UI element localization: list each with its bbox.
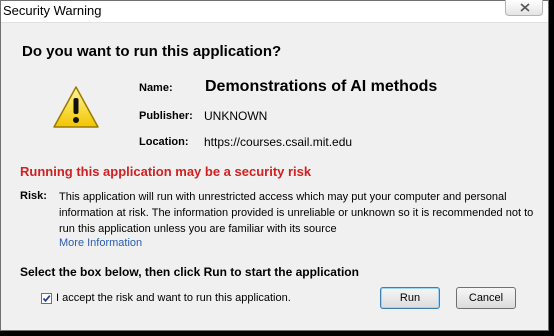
checkmark-icon	[42, 294, 51, 302]
more-information-link[interactable]: More Information	[59, 237, 142, 249]
name-label: Name:	[139, 82, 173, 94]
warning-triangle-icon	[53, 86, 99, 128]
risk-description: This application will run with unrestric…	[59, 191, 534, 235]
publisher-value: UNKNOWN	[204, 109, 268, 123]
security-warning-dialog: Security Warning Do you want to run this…	[0, 0, 549, 331]
run-button[interactable]: Run	[380, 287, 440, 309]
window-title: Security Warning	[3, 3, 102, 18]
close-icon	[520, 3, 530, 12]
publisher-label: Publisher:	[139, 110, 193, 122]
accept-risk-label[interactable]: I accept the risk and want to run this a…	[56, 292, 291, 304]
cancel-button[interactable]: Cancel	[456, 287, 516, 309]
dialog-heading: Do you want to run this application?	[22, 43, 282, 60]
application-name: Demonstrations of AI methods	[205, 78, 438, 95]
location-value: https://courses.csail.mit.edu	[204, 135, 353, 149]
dialog-content: Do you want to run this application? Nam…	[4, 23, 546, 327]
risk-label: Risk:	[20, 190, 47, 202]
location-label: Location:	[139, 136, 189, 148]
instruction-text: Select the box below, then click Run to …	[20, 265, 359, 279]
close-button[interactable]	[505, 0, 543, 16]
security-risk-warning: Running this application may be a securi…	[20, 164, 312, 179]
accept-risk-row[interactable]: I accept the risk and want to run this a…	[41, 290, 291, 306]
accept-risk-checkbox[interactable]	[41, 292, 52, 304]
title-bar[interactable]: Security Warning	[1, 0, 548, 23]
